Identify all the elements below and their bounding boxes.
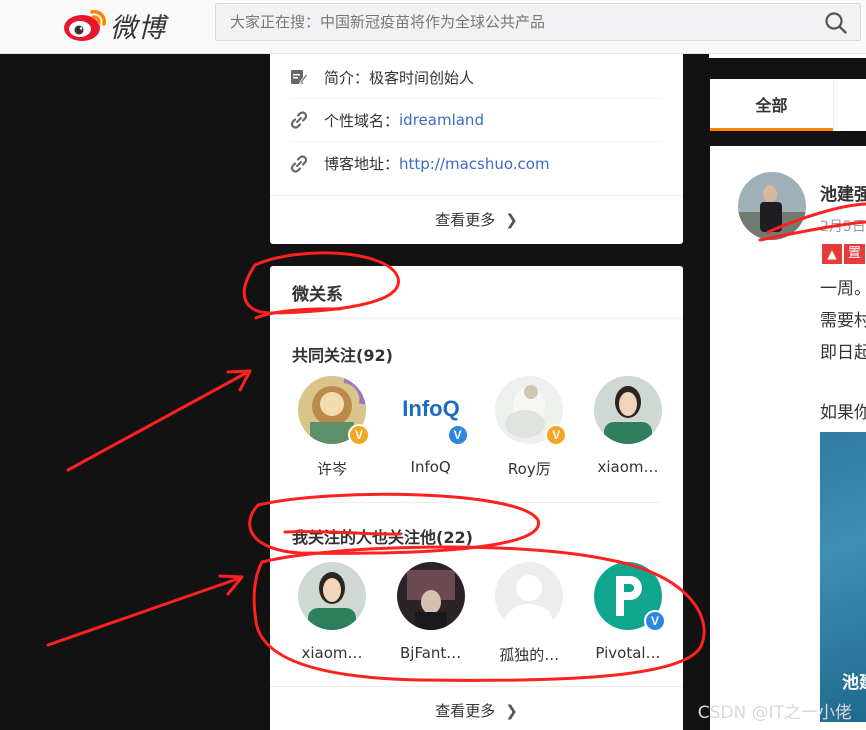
avatar[interactable]: V	[495, 376, 568, 446]
user-name[interactable]: 孤独的…	[489, 644, 569, 665]
avatar[interactable]	[298, 562, 366, 630]
user-name[interactable]: 许岑	[292, 458, 372, 479]
divider	[292, 502, 662, 503]
user-card[interactable]: InfoQ V InfoQ	[391, 376, 471, 479]
relations-more-label: 查看更多	[435, 702, 496, 720]
user-name[interactable]: Pivotal…	[588, 644, 668, 662]
relations-title: 微关系	[292, 285, 343, 305]
annotation-arrow	[46, 576, 242, 647]
divider	[270, 318, 683, 319]
domain-link[interactable]: idreamland	[399, 111, 484, 129]
author-name[interactable]: 池建强	[820, 180, 866, 205]
user-card[interactable]: BjFant…	[391, 562, 471, 665]
common-follow-title[interactable]: 共同关注(92)	[292, 342, 393, 366]
blog-link[interactable]: http://macshuo.com	[399, 155, 550, 173]
link-icon	[290, 111, 308, 129]
avatar[interactable]	[396, 562, 465, 630]
relations-card: 微关系 共同关注(92) V 许岑 InfoQ V InfoQ V Roy厉 x…	[270, 266, 683, 730]
user-card[interactable]: xiaom…	[292, 562, 372, 665]
verified-gold-icon: V	[348, 424, 370, 446]
link-icon	[290, 154, 308, 173]
post-text-line: 如果你	[820, 403, 866, 423]
avatar[interactable]	[593, 376, 662, 444]
user-card[interactable]: V Roy厉	[489, 376, 569, 479]
right-panel-top	[709, 54, 866, 58]
weibo-logo[interactable]: 微博	[62, 4, 182, 44]
search-icon[interactable]	[824, 11, 848, 35]
intro-value: 极客时间创始人	[369, 68, 475, 87]
domain-label: 个性域名：	[324, 111, 400, 130]
relations-more-button[interactable]: 查看更多 ❯	[270, 686, 683, 730]
intro-label: 简介：	[324, 68, 370, 87]
search-input[interactable]	[216, 4, 806, 40]
user-card[interactable]: V 许岑	[292, 376, 372, 479]
annotation-arrowhead	[218, 574, 244, 596]
blog-label: 博客地址：	[324, 155, 400, 173]
feed-post: 池建强 2月5日 ▲ 置 一周。 需要村 即日起 如果你 池建	[710, 146, 866, 730]
info-row-blog: 博客地址： http://macshuo.com	[290, 142, 662, 185]
user-name[interactable]: xiaom…	[588, 458, 668, 476]
watermark: CSDN @IT之一小佬	[697, 703, 852, 723]
post-date[interactable]: 2月5日	[820, 216, 866, 236]
pinned-tag: ▲ 置	[822, 244, 866, 264]
user-card[interactable]: xiaom…	[588, 376, 668, 479]
info-more-label: 查看更多	[435, 211, 496, 229]
info-row-intro: 简介： 极客时间创始人	[290, 56, 662, 99]
common-follow-list: V 许岑 InfoQ V InfoQ V Roy厉 xiaom…	[292, 376, 668, 479]
user-name[interactable]: BjFant…	[391, 644, 471, 662]
feed-tabs: 全部	[710, 79, 866, 131]
user-card[interactable]: V Pivotal…	[588, 562, 668, 665]
avatar[interactable]: V	[593, 562, 666, 632]
chevron-right-icon: ❯	[505, 701, 518, 720]
post-text-line: 需要村	[820, 311, 866, 331]
post-text-line: 即日起	[820, 343, 866, 363]
annotation-arrow	[66, 370, 250, 472]
pin-label: 置	[844, 244, 866, 264]
user-name[interactable]: xiaom…	[292, 644, 372, 662]
chevron-right-icon: ❯	[505, 210, 518, 229]
avatar[interactable]: InfoQ V	[396, 376, 469, 446]
tab-all[interactable]: 全部	[710, 79, 833, 131]
user-card[interactable]: 孤独的…	[489, 562, 569, 665]
avatar[interactable]: V	[298, 376, 370, 446]
also-follow-title[interactable]: 我关注的人也关注他(22)	[292, 524, 473, 548]
author-avatar[interactable]	[738, 172, 806, 240]
search-box	[215, 3, 861, 41]
avatar[interactable]	[495, 562, 564, 630]
edit-icon	[291, 70, 308, 85]
info-more-button[interactable]: 查看更多 ❯	[270, 195, 683, 243]
image-caption: 池建	[842, 673, 866, 693]
also-follow-list: xiaom… BjFant… 孤独的… V Pivotal…	[292, 562, 668, 665]
verified-gold-icon: V	[545, 424, 568, 446]
weibo-logo-icon	[64, 10, 106, 41]
pin-icon: ▲	[822, 244, 842, 264]
annotation-arrowhead	[226, 369, 252, 392]
profile-info-card: 简介： 极客时间创始人 个性域名： idreamland 博客地址： http:…	[270, 54, 683, 244]
post-image[interactable]: 池建	[820, 432, 866, 722]
verified-blue-icon: V	[446, 424, 469, 446]
logo-text: 微博	[110, 13, 166, 44]
post-text-line: 一周。	[820, 279, 866, 299]
user-name[interactable]: InfoQ	[391, 458, 471, 476]
tab-next[interactable]	[833, 79, 866, 131]
top-nav-bar: 微博	[0, 0, 866, 54]
info-row-domain: 个性域名： idreamland	[290, 99, 662, 142]
user-name[interactable]: Roy厉	[489, 458, 569, 479]
verified-blue-icon: V	[643, 610, 666, 632]
svg-text:InfoQ: InfoQ	[402, 396, 459, 421]
